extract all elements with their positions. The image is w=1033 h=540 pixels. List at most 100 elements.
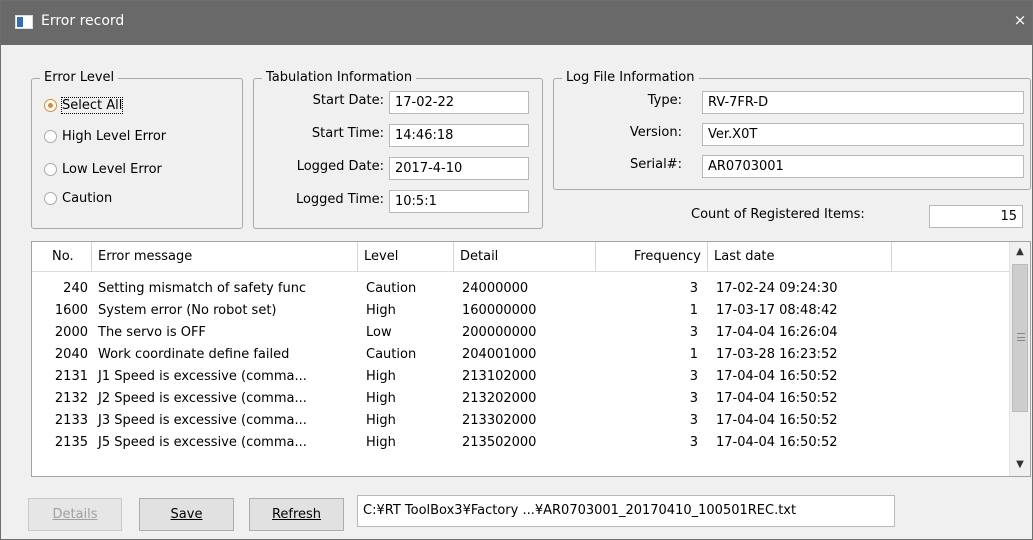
cell-error-message: J2 Speed is excessive (comma... — [98, 391, 307, 406]
radio-select-all[interactable]: Select All — [44, 95, 124, 115]
type-label: Type: — [647, 93, 682, 108]
file-path-field[interactable]: C:¥RT ToolBox3¥Factory ...¥AR0703001_201… — [357, 495, 895, 527]
table-row[interactable]: 2132 J2 Speed is excessive (comma... Hig… — [32, 388, 1010, 410]
cell-no: 2000 — [54, 325, 88, 340]
app-icon — [15, 15, 33, 29]
radio-select-all-label: Select All — [60, 96, 124, 114]
column-header-frequency[interactable]: Frequency — [596, 242, 708, 272]
cell-level: Low — [366, 325, 392, 340]
scroll-up-icon[interactable]: ▲ — [1010, 242, 1030, 262]
cell-no: 2133 — [54, 413, 88, 428]
cell-frequency: 3 — [689, 281, 698, 296]
cell-detail: 213502000 — [462, 435, 537, 450]
column-header-level[interactable]: Level — [358, 242, 454, 272]
log-file-legend: Log File Information — [562, 70, 699, 86]
radio-caution[interactable]: Caution — [44, 188, 112, 208]
table-row[interactable]: 2135 J5 Speed is excessive (comma... Hig… — [32, 432, 1010, 454]
table-row[interactable]: 2133 J3 Speed is excessive (comma... Hig… — [32, 410, 1010, 432]
cell-frequency: 3 — [689, 325, 698, 340]
cell-detail: 213102000 — [462, 369, 537, 384]
tabulation-group: Tabulation Information Start Date: 17-02… — [253, 70, 543, 229]
cell-frequency: 3 — [689, 413, 698, 428]
error-level-group: Error Level Select All High Level Error … — [31, 70, 243, 229]
table-row[interactable]: 240 Setting mismatch of safety func Caut… — [32, 278, 1010, 300]
radio-caution-label: Caution — [62, 190, 113, 206]
column-header-error-message[interactable]: Error message — [92, 242, 358, 272]
serial-field[interactable]: AR0703001 — [702, 155, 1024, 178]
cell-last-date: 17-03-17 08:48:42 — [716, 303, 838, 318]
cell-error-message: J5 Speed is excessive (comma... — [98, 435, 307, 450]
window-title: Error record — [41, 13, 125, 29]
cell-detail: 213302000 — [462, 413, 537, 428]
tabulation-legend: Tabulation Information — [262, 70, 417, 86]
cell-last-date: 17-02-24 09:24:30 — [716, 281, 838, 296]
table-vertical-scrollbar[interactable]: ▲ ▼ — [1009, 242, 1030, 476]
scroll-thumb[interactable] — [1012, 264, 1028, 412]
column-header-last-date[interactable]: Last date — [708, 242, 892, 272]
radio-high-level-error[interactable]: High Level Error — [44, 126, 166, 146]
cell-last-date: 17-04-04 16:50:52 — [716, 391, 838, 406]
radio-high-level-error-indicator[interactable] — [44, 129, 57, 143]
error-level-legend: Error Level — [40, 70, 119, 86]
table-row[interactable]: 1600 System error (No robot set) High 16… — [32, 300, 1010, 322]
cell-frequency: 1 — [689, 347, 698, 362]
table-row[interactable]: 2000 The servo is OFF Low 200000000 3 17… — [32, 322, 1010, 344]
details-button[interactable]: Details — [28, 498, 122, 531]
error-table[interactable]: No. Error message Level Detail Frequency… — [31, 241, 1031, 477]
column-header-detail[interactable]: Detail — [454, 242, 596, 272]
logged-date-field[interactable]: 2017-4-10 — [389, 157, 529, 180]
scroll-grip-icon — [1017, 333, 1025, 341]
cell-error-message: J3 Speed is excessive (comma... — [98, 413, 307, 428]
table-row[interactable]: 2040 Work coordinate define failed Cauti… — [32, 344, 1010, 366]
close-icon[interactable]: × — [1012, 11, 1028, 29]
scroll-down-icon[interactable]: ▼ — [1010, 455, 1030, 475]
refresh-button[interactable]: Refresh — [249, 498, 344, 531]
cell-frequency: 3 — [689, 391, 698, 406]
logged-time-label: Logged Time: — [295, 192, 384, 207]
radio-low-level-error[interactable]: Low Level Error — [44, 159, 162, 179]
version-label: Version: — [629, 125, 682, 140]
cell-error-message: Setting mismatch of safety func — [98, 281, 307, 296]
save-button[interactable]: Save — [139, 498, 234, 531]
type-field[interactable]: RV-7FR-D — [702, 91, 1024, 114]
cell-error-message: Work coordinate define failed — [98, 347, 290, 362]
version-field[interactable]: Ver.X0T — [702, 123, 1024, 146]
cell-no: 1600 — [54, 303, 88, 318]
refresh-button-label: Refresh — [271, 507, 322, 522]
count-field[interactable]: 15 — [929, 205, 1023, 228]
column-header-no[interactable]: No. — [32, 242, 92, 272]
cell-detail: 200000000 — [462, 325, 537, 340]
cell-last-date: 17-03-28 16:23:52 — [716, 347, 838, 362]
error-record-window: Error record × Error Level Select All Hi… — [0, 0, 1033, 540]
cell-detail: 204001000 — [462, 347, 537, 362]
logged-time-field[interactable]: 10:5:1 — [389, 190, 529, 213]
title-bar[interactable]: Error record × — [1, 1, 1032, 45]
table-row[interactable]: 2131 J1 Speed is excessive (comma... Hig… — [32, 366, 1010, 388]
start-time-field[interactable]: 14:46:18 — [389, 124, 529, 147]
start-date-field[interactable]: 17-02-22 — [389, 91, 529, 114]
cell-last-date: 17-04-04 16:50:52 — [716, 435, 838, 450]
cell-error-message: The servo is OFF — [98, 325, 206, 340]
radio-caution-indicator[interactable] — [44, 191, 57, 205]
cell-last-date: 17-04-04 16:50:52 — [716, 413, 838, 428]
radio-select-all-indicator[interactable] — [44, 98, 57, 112]
cell-frequency: 3 — [689, 435, 698, 450]
cell-level: Caution — [366, 281, 417, 296]
cell-frequency: 1 — [689, 303, 698, 318]
cell-level: High — [366, 391, 396, 406]
cell-no: 2135 — [54, 435, 88, 450]
cell-level: High — [366, 413, 396, 428]
logged-date-label: Logged Date: — [296, 159, 384, 174]
cell-level: High — [366, 435, 396, 450]
cell-detail: 213202000 — [462, 391, 537, 406]
cell-level: High — [366, 369, 396, 384]
cell-no: 2131 — [54, 369, 88, 384]
start-time-label: Start Time: — [311, 126, 384, 141]
cell-error-message: System error (No robot set) — [98, 303, 277, 318]
count-label: Count of Registered Items: — [691, 207, 865, 222]
details-button-label: Details — [52, 507, 98, 522]
radio-low-level-error-indicator[interactable] — [44, 162, 57, 176]
radio-low-level-error-label: Low Level Error — [62, 161, 162, 177]
table-header: No. Error message Level Detail Frequency… — [32, 242, 1010, 272]
cell-level: Caution — [366, 347, 417, 362]
